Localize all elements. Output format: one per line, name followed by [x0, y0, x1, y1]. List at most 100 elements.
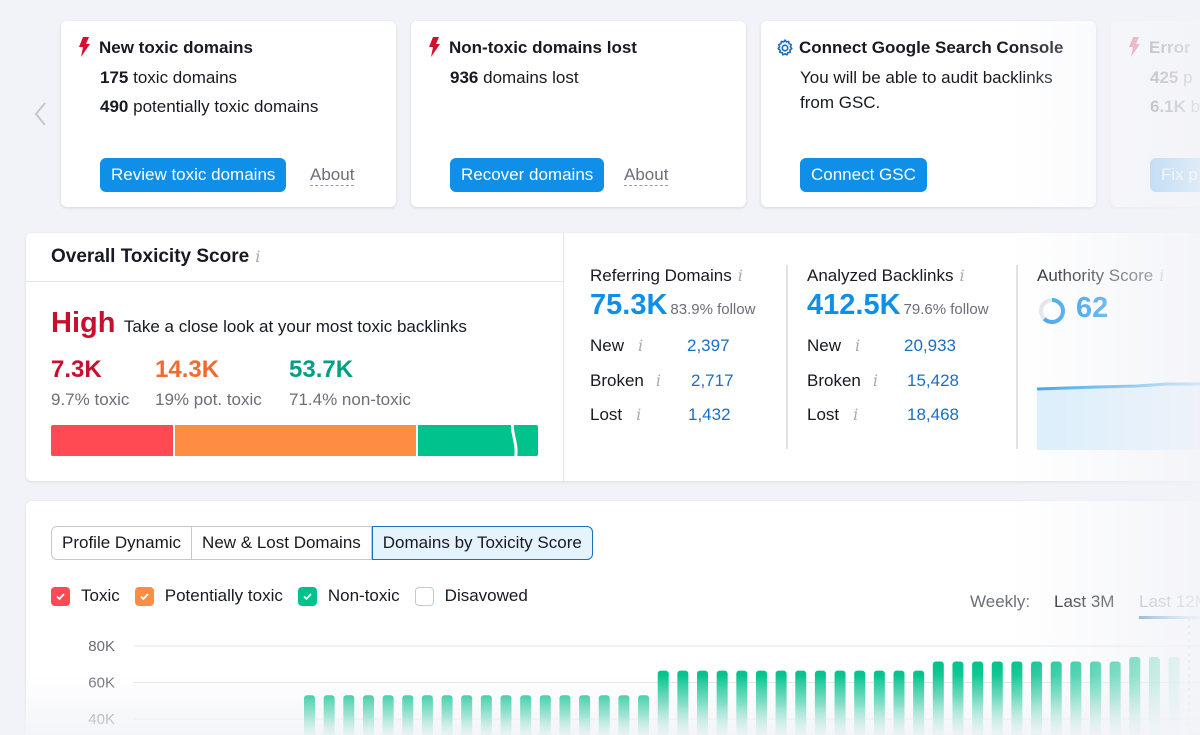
about-link[interactable]: About [310, 165, 355, 186]
metric-row-new: New i 2,397 [590, 336, 730, 355]
fix-button[interactable]: Fix p [1150, 158, 1200, 192]
card-connect-gsc: Connect Google Search Console You will b… [761, 21, 1096, 207]
connect-gsc-button[interactable]: Connect GSC [800, 158, 927, 192]
pot-toxic-segment [175, 425, 416, 456]
bar-non-toxic[interactable] [755, 670, 767, 735]
info-icon[interactable]: i [873, 371, 878, 390]
follow-percent: 83.9% follow [670, 301, 756, 318]
bar-non-toxic[interactable] [520, 695, 532, 735]
bar-non-toxic[interactable] [972, 661, 984, 735]
metric-title: Referring Domains i [590, 266, 743, 285]
analyzed-backlinks-total[interactable]: 412.5K [807, 289, 901, 321]
referring-domains-metric: Referring Domains i 75.3K 83.9% follow New… [590, 233, 810, 481]
non-toxic-value[interactable]: 53.7K [289, 356, 411, 384]
card-title: Non-toxic domains lost [449, 38, 637, 57]
pot-toxic-percent: 19% pot. toxic [155, 390, 262, 409]
bar-non-toxic[interactable] [854, 670, 866, 735]
bar-non-toxic[interactable] [1090, 661, 1101, 735]
bar-non-toxic[interactable] [461, 695, 473, 735]
metric-row-new: New i 20,933 [807, 336, 956, 355]
bar-non-toxic[interactable] [441, 695, 453, 735]
panel-title: Overall Toxicity Score [51, 246, 250, 267]
info-icon[interactable]: i [738, 266, 743, 285]
bar-non-toxic[interactable] [913, 670, 925, 735]
bar-non-toxic[interactable] [873, 670, 885, 735]
bar-non-toxic[interactable] [932, 661, 944, 735]
bar-non-toxic[interactable] [775, 670, 787, 735]
bar-non-toxic[interactable] [343, 695, 355, 735]
info-icon[interactable]: i [656, 371, 661, 390]
bar-non-toxic[interactable] [382, 695, 394, 735]
bar-non-toxic[interactable] [1109, 661, 1121, 735]
toxicity-level: High Take a close look at your most toxi… [51, 307, 467, 340]
toxicity-bar-chart: 80K60K40K Current [88, 618, 1200, 735]
metric-row-value[interactable]: 15,428 [907, 371, 959, 391]
toxicity-distribution-bar [51, 425, 538, 456]
info-icon[interactable]: i [959, 266, 964, 285]
lightning-icon [1129, 37, 1140, 57]
bar-non-toxic[interactable] [952, 661, 964, 735]
bar-non-toxic[interactable] [1031, 661, 1043, 735]
bar-non-toxic[interactable] [736, 670, 748, 735]
non-toxic-stat: 53.7K 71.4% non-toxic [289, 356, 411, 410]
bar-non-toxic[interactable] [677, 670, 689, 735]
card-line: 6.1K b [1150, 97, 1200, 116]
review-toxic-domains-button[interactable]: Review toxic domains [100, 158, 287, 192]
metric-row-value[interactable]: 1,432 [688, 405, 731, 425]
bar-non-toxic[interactable] [1129, 656, 1141, 735]
bar-non-toxic[interactable] [500, 695, 512, 735]
card-line: You will be able to audit backlinks [800, 68, 1053, 87]
bar-non-toxic[interactable] [402, 695, 414, 735]
bar-non-toxic[interactable] [323, 695, 335, 735]
carousel-prev-button[interactable] [32, 100, 52, 128]
recover-domains-button[interactable]: Recover domains [450, 158, 605, 192]
authority-score-value[interactable]: 62 [1076, 292, 1108, 325]
bar-non-toxic[interactable] [795, 670, 807, 735]
info-icon[interactable]: i [638, 336, 643, 355]
info-icon[interactable]: i [1159, 266, 1164, 285]
bar-non-toxic[interactable] [539, 695, 551, 735]
metric-row-value[interactable]: 2,397 [687, 336, 730, 356]
toxic-value[interactable]: 7.3K [51, 356, 129, 384]
lightning-icon [79, 37, 90, 57]
bar-non-toxic[interactable] [814, 670, 826, 735]
info-icon[interactable]: i [855, 336, 860, 355]
bar-non-toxic[interactable] [1168, 656, 1180, 735]
bar-non-toxic[interactable] [480, 695, 492, 735]
info-icon[interactable]: i [636, 405, 641, 424]
bar-non-toxic[interactable] [991, 661, 1003, 735]
bar-non-toxic[interactable] [638, 695, 650, 735]
toxic-percent: 9.7% toxic [51, 390, 130, 409]
bar-non-toxic[interactable] [697, 670, 708, 735]
bar-non-toxic[interactable] [1148, 656, 1160, 735]
bar-non-toxic[interactable] [618, 695, 630, 735]
pot-toxic-value[interactable]: 14.3K [155, 356, 262, 384]
bar-non-toxic[interactable] [304, 695, 315, 735]
bar-non-toxic[interactable] [657, 670, 669, 735]
metric-row-lost: Lost i 1,432 [590, 405, 731, 424]
card-error: Error 425 p 6.1K b Fix p [1111, 21, 1200, 207]
card-new-toxic-domains: New toxic domains 175 toxic domains 490 … [61, 21, 396, 207]
metric-row-value[interactable]: 18,468 [907, 405, 959, 425]
bar-non-toxic[interactable] [421, 695, 433, 735]
bar-non-toxic[interactable] [579, 695, 591, 735]
info-icon[interactable]: i [255, 247, 260, 266]
bar-non-toxic[interactable] [834, 670, 846, 735]
y-tick-label: 80K [88, 638, 115, 655]
panel-header: Overall Toxicity Score i [26, 233, 563, 282]
bar-non-toxic[interactable] [716, 670, 728, 735]
bar-non-toxic[interactable] [598, 695, 610, 735]
info-icon[interactable]: i [853, 405, 858, 424]
metric-row-value[interactable]: 2,717 [691, 371, 734, 391]
about-link[interactable]: About [624, 165, 669, 186]
bar-non-toxic[interactable] [1050, 661, 1062, 735]
bar-non-toxic[interactable] [362, 695, 374, 735]
toxicity-level-label: High [51, 307, 116, 339]
bar-non-toxic[interactable] [1070, 661, 1082, 735]
metric-row-value[interactable]: 20,933 [904, 336, 956, 356]
referring-domains-total[interactable]: 75.3K [590, 289, 667, 321]
bar-non-toxic[interactable] [893, 670, 905, 735]
gear-icon [777, 39, 793, 56]
bar-non-toxic[interactable] [559, 695, 571, 735]
bar-non-toxic[interactable] [1011, 661, 1023, 735]
